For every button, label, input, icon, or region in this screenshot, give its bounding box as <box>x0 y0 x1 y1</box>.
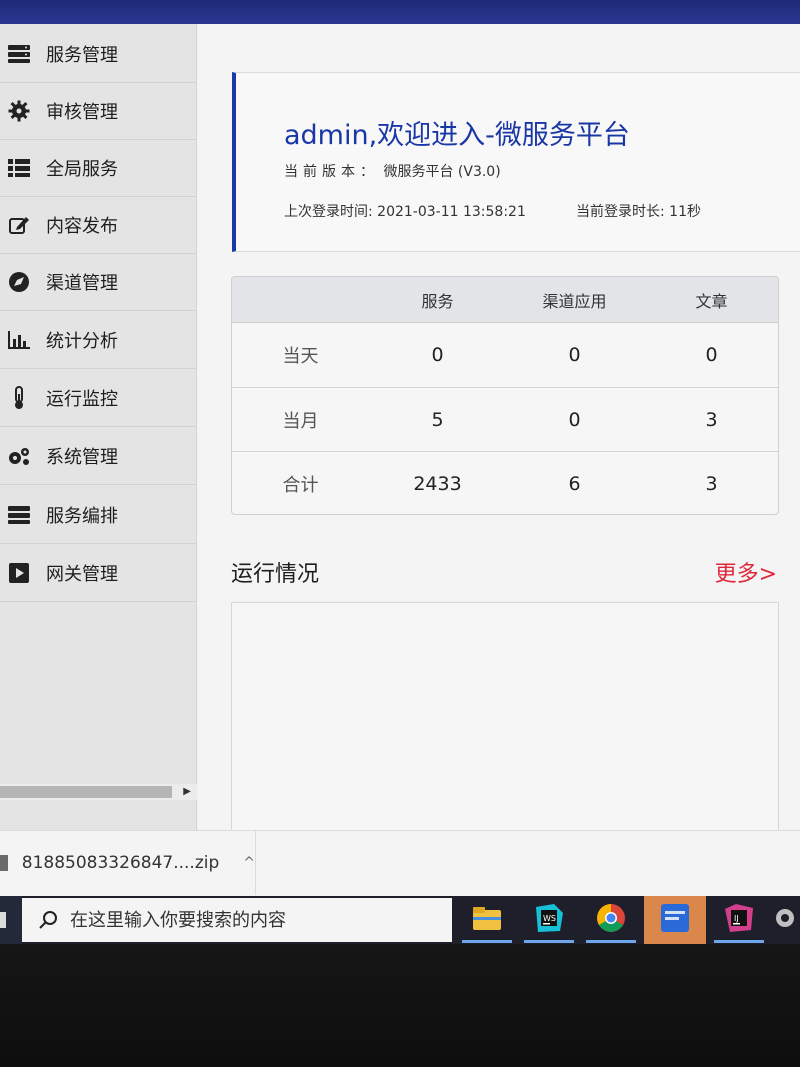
compass-icon <box>4 270 34 294</box>
running-status-panel <box>231 602 779 842</box>
sidebar-item-content-publish[interactable]: 内容发布 <box>0 197 197 254</box>
sidebar-item-label: 服务管理 <box>46 45 118 66</box>
more-link[interactable]: 更多> <box>715 556 777 588</box>
taskbar-search[interactable] <box>22 898 452 942</box>
sidebar-item-service-orchestration[interactable]: 服务编排 <box>0 487 197 544</box>
scroll-right-arrow-icon[interactable]: ▶ <box>183 786 191 797</box>
row-label-today: 当天 <box>282 346 319 367</box>
download-file-name: 81885083326847....zip <box>21 853 220 873</box>
gear-icon <box>4 99 34 123</box>
sidebar-item-service-management[interactable]: 服务管理 <box>0 26 197 83</box>
sidebar-item-channel-management[interactable]: 渠道管理 <box>0 254 197 311</box>
sidebar-horizontal-scrollbar[interactable]: ▶ <box>0 784 197 800</box>
svg-text:WS: WS <box>543 914 556 923</box>
sidebar-item-label: 内容发布 <box>46 216 118 237</box>
cell-month-channel-apps: 0 <box>568 408 581 431</box>
stats-table-header: 服务 渠道应用 文章 <box>232 277 778 323</box>
taskbar-app-webstorm[interactable]: WS <box>518 896 580 944</box>
active-indicator <box>586 940 636 943</box>
svg-text:IJ: IJ <box>734 914 739 923</box>
sidebar-item-label: 系统管理 <box>46 447 118 468</box>
list-icon <box>4 156 34 180</box>
sidebar-item-label: 统计分析 <box>46 331 118 352</box>
sidebar-item-system-management[interactable]: 系统管理 <box>0 428 197 485</box>
cell-month-services: 5 <box>431 408 444 431</box>
cell-month-articles: 3 <box>705 408 718 431</box>
stats-table: 服务 渠道应用 文章 当天 0 0 0 当月 5 0 3 合计 2433 6 3 <box>231 276 779 515</box>
column-header-channel-apps: 渠道应用 <box>542 292 607 311</box>
monitor-bezel <box>0 944 800 1067</box>
cell-total-channel-apps: 6 <box>568 472 581 495</box>
server-icon <box>4 503 34 527</box>
column-header-articles: 文章 <box>695 292 728 311</box>
search-icon <box>38 910 58 930</box>
row-label-month: 当月 <box>282 410 319 432</box>
row-label-total: 合计 <box>282 474 319 496</box>
sidebar-item-run-monitoring[interactable]: 运行监控 <box>0 370 197 427</box>
download-item[interactable]: 81885083326847....zip ^ <box>0 831 256 895</box>
settings-icon <box>772 905 798 935</box>
main-content: admin,欢迎进入-微服务平台 当前版本： 微服务平台 (V3.0) 上次登录… <box>198 24 800 842</box>
play-square-icon <box>4 561 34 585</box>
sidebar-item-gateway-management[interactable]: 网关管理 <box>0 545 197 602</box>
sidebar-item-statistics[interactable]: 统计分析 <box>0 312 197 369</box>
running-status-title: 运行情况 <box>231 562 320 587</box>
chrome-icon <box>596 903 626 937</box>
sidebar-item-label: 服务编排 <box>46 506 118 527</box>
version-value: 微服务平台 (V3.0) <box>383 164 501 180</box>
sidebar-item-audit-management[interactable]: 审核管理 <box>0 83 197 140</box>
sidebar-item-label: 运行监控 <box>46 389 118 410</box>
taskbar-app-unknown[interactable] <box>644 896 706 944</box>
last-login-time: 上次登录时间: 2021-03-11 13:58:21 <box>284 204 526 220</box>
active-indicator <box>714 940 764 943</box>
intellij-icon: IJ <box>724 903 754 937</box>
downloads-bar: 81885083326847....zip ^ <box>0 830 800 896</box>
file-explorer-icon <box>472 905 502 935</box>
login-duration: 当前登录时长: 11秒 <box>576 204 701 220</box>
version-label: 当前版本： <box>284 164 379 180</box>
sidebar-item-global-services[interactable]: 全局服务 <box>0 140 197 197</box>
scrollbar-thumb[interactable] <box>0 786 172 798</box>
taskbar-app-settings[interactable] <box>770 896 800 944</box>
active-indicator <box>462 940 512 943</box>
search-input[interactable] <box>70 909 430 931</box>
zip-file-icon <box>0 855 8 871</box>
windows-icon <box>0 912 6 928</box>
cell-total-services: 2433 <box>413 472 462 495</box>
browser-top-bar <box>0 0 800 24</box>
cell-today-channel-apps: 0 <box>568 344 581 366</box>
screen: 服务管理 审核管理 全局服务 内容发布 渠道管理 统计分析 运行监控 系统管理 … <box>0 24 800 944</box>
thermometer-icon <box>4 386 34 410</box>
cell-today-services: 0 <box>431 344 444 366</box>
chevron-up-icon[interactable]: ^ <box>243 855 255 871</box>
welcome-card: admin,欢迎进入-微服务平台 当前版本： 微服务平台 (V3.0) 上次登录… <box>232 72 800 252</box>
taskbar: WS IJ <box>0 896 800 944</box>
cogs-icon <box>4 444 34 468</box>
edit-icon <box>4 213 34 237</box>
sidebar: 服务管理 审核管理 全局服务 内容发布 渠道管理 统计分析 运行监控 系统管理 … <box>0 24 197 830</box>
column-header-services: 服务 <box>421 292 454 311</box>
webstorm-icon: WS <box>534 903 564 937</box>
cell-today-articles: 0 <box>705 344 718 366</box>
sidebar-item-label: 全局服务 <box>46 159 118 180</box>
taskbar-app-chrome[interactable] <box>580 896 642 944</box>
taskbar-app-file-explorer[interactable] <box>456 896 518 944</box>
version-line: 当前版本： 微服务平台 (V3.0) <box>284 161 501 181</box>
server-icon <box>4 42 34 66</box>
welcome-title: admin,欢迎进入-微服务平台 <box>284 120 630 151</box>
app-icon <box>660 903 690 937</box>
start-button[interactable] <box>0 896 22 944</box>
bar-chart-icon <box>4 328 34 352</box>
sidebar-item-label: 渠道管理 <box>46 273 118 294</box>
taskbar-app-intellij[interactable]: IJ <box>708 896 770 944</box>
active-indicator <box>524 940 574 943</box>
sidebar-item-label: 网关管理 <box>46 564 118 585</box>
sidebar-item-label: 审核管理 <box>46 102 118 123</box>
cell-total-articles: 3 <box>705 472 718 495</box>
